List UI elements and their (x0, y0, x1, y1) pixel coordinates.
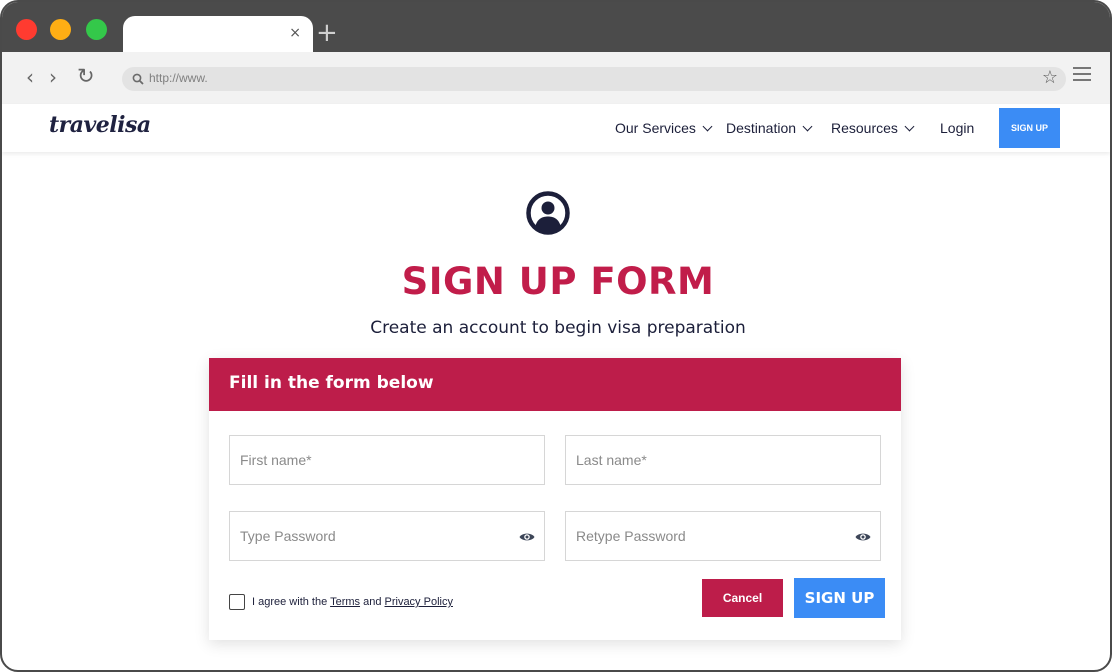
eye-icon[interactable] (855, 531, 871, 543)
maximize-window-button[interactable] (86, 19, 107, 40)
chevron-down-icon (904, 121, 915, 132)
page-title: SIGN UP FORM (401, 260, 715, 303)
menu-icon[interactable] (1073, 66, 1091, 82)
nav-label: Destination (726, 120, 797, 136)
agree-checkbox[interactable] (229, 594, 245, 610)
nav-label: Resources (831, 120, 898, 136)
nav-our-services[interactable]: Our Services (615, 120, 713, 136)
retype-password-input[interactable] (566, 512, 880, 560)
address-bar[interactable]: http://www. ☆ (122, 67, 1066, 91)
chevron-down-icon (802, 121, 813, 132)
user-circle-icon (526, 191, 570, 235)
site-header: travelisa Our Services Destination Resou… (2, 104, 1110, 152)
last-name-input[interactable] (566, 436, 880, 484)
nav-destination[interactable]: Destination (726, 120, 813, 136)
eye-icon[interactable] (519, 531, 535, 543)
first-name-input[interactable] (230, 436, 544, 484)
password-field (229, 511, 545, 561)
terms-link[interactable]: Terms (330, 596, 360, 608)
agree-text: I agree with the Terms and Privacy Polic… (252, 596, 453, 608)
back-icon[interactable]: ‹ (26, 65, 34, 89)
signup-form-card: Fill in the form below I (209, 358, 901, 640)
close-window-button[interactable] (16, 19, 37, 40)
agree-and: and (360, 596, 385, 608)
browser-tab[interactable]: × (123, 16, 313, 52)
nav-label: Our Services (615, 120, 696, 136)
retype-password-field (565, 511, 881, 561)
cancel-button[interactable]: Cancel (702, 579, 783, 617)
password-input[interactable] (230, 512, 544, 560)
site-logo[interactable]: travelisa (49, 112, 151, 138)
nav-login[interactable]: Login (940, 120, 974, 136)
page-subtitle: Create an account to begin visa preparat… (370, 318, 746, 338)
first-name-field (229, 435, 545, 485)
url-text: http://www. (149, 71, 208, 85)
reload-icon[interactable]: ↻ (77, 64, 95, 88)
agree-prefix: I agree with the (252, 596, 331, 608)
header-signup-button[interactable]: SIGN UP (999, 108, 1060, 148)
search-icon (132, 69, 144, 89)
form-header-title: Fill in the form below (229, 373, 434, 393)
nav-resources[interactable]: Resources (831, 120, 915, 136)
form-header: Fill in the form below (209, 358, 901, 411)
agree-row: I agree with the Terms and Privacy Polic… (229, 594, 453, 610)
browser-titlebar: × + (2, 2, 1110, 52)
forward-icon[interactable]: › (49, 65, 57, 89)
privacy-policy-link[interactable]: Privacy Policy (385, 596, 453, 608)
close-icon[interactable]: × (289, 25, 301, 41)
star-icon[interactable]: ☆ (1042, 67, 1058, 88)
signup-submit-button[interactable]: SIGN UP (794, 578, 885, 618)
minimize-window-button[interactable] (50, 19, 71, 40)
browser-toolbar: ‹ › ↻ http://www. ☆ (2, 52, 1110, 104)
last-name-field (565, 435, 881, 485)
browser-window: × + ‹ › ↻ http://www. ☆ travelisa Our Se… (0, 0, 1112, 672)
chevron-down-icon (702, 121, 713, 132)
plus-icon[interactable]: + (316, 20, 338, 46)
